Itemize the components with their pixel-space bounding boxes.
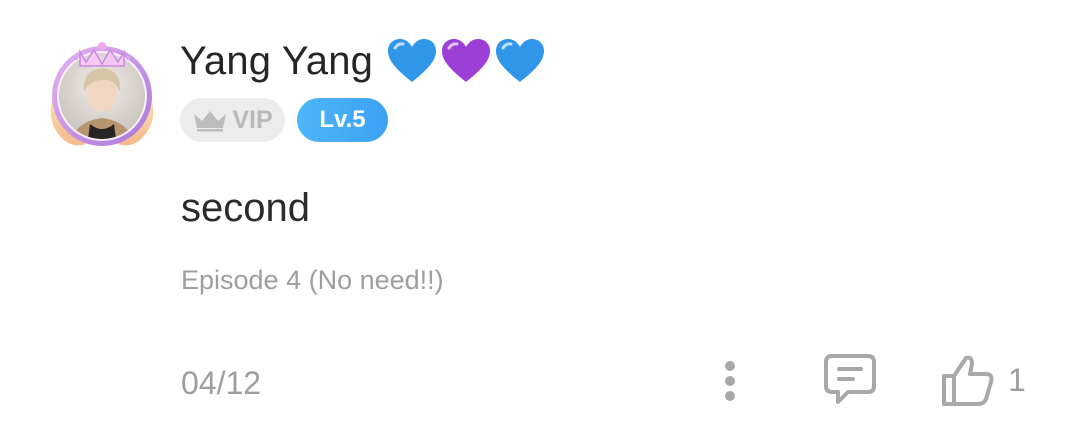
like-count: 1: [1008, 362, 1026, 398]
comment-date: 04/12: [181, 365, 262, 401]
episode-label[interactable]: Episode 4 (No need!!): [181, 264, 444, 296]
username[interactable]: Yang Yang: [180, 41, 373, 81]
avatar-frame: [50, 42, 154, 146]
comment-text: second: [181, 186, 310, 230]
vip-badge[interactable]: VIP: [180, 98, 285, 142]
blue-heart-icon: [388, 39, 437, 82]
level-badge[interactable]: Lv.5: [297, 98, 388, 142]
user-badges: VIP Lv.5: [180, 98, 388, 142]
purple-heart-icon: [442, 39, 491, 82]
like-button[interactable]: 1: [940, 350, 1040, 410]
reply-button[interactable]: [820, 350, 880, 408]
vip-badge-label: VIP: [232, 105, 273, 134]
more-options-button[interactable]: [712, 355, 748, 407]
comment-bubble-icon: [824, 354, 876, 404]
avatar[interactable]: [40, 30, 164, 154]
more-vertical-icon: [725, 361, 735, 401]
comment-item: Yang Yang VIP Lv.5 second Episode 4 (No …: [0, 0, 1080, 439]
blue-heart-icon: [496, 39, 545, 82]
crown-icon: [194, 111, 227, 132]
hearts-group: [387, 38, 545, 84]
username-row: Yang Yang: [180, 34, 545, 88]
level-badge-label: Lv.5: [319, 106, 366, 133]
thumbs-up-icon: [942, 355, 994, 406]
